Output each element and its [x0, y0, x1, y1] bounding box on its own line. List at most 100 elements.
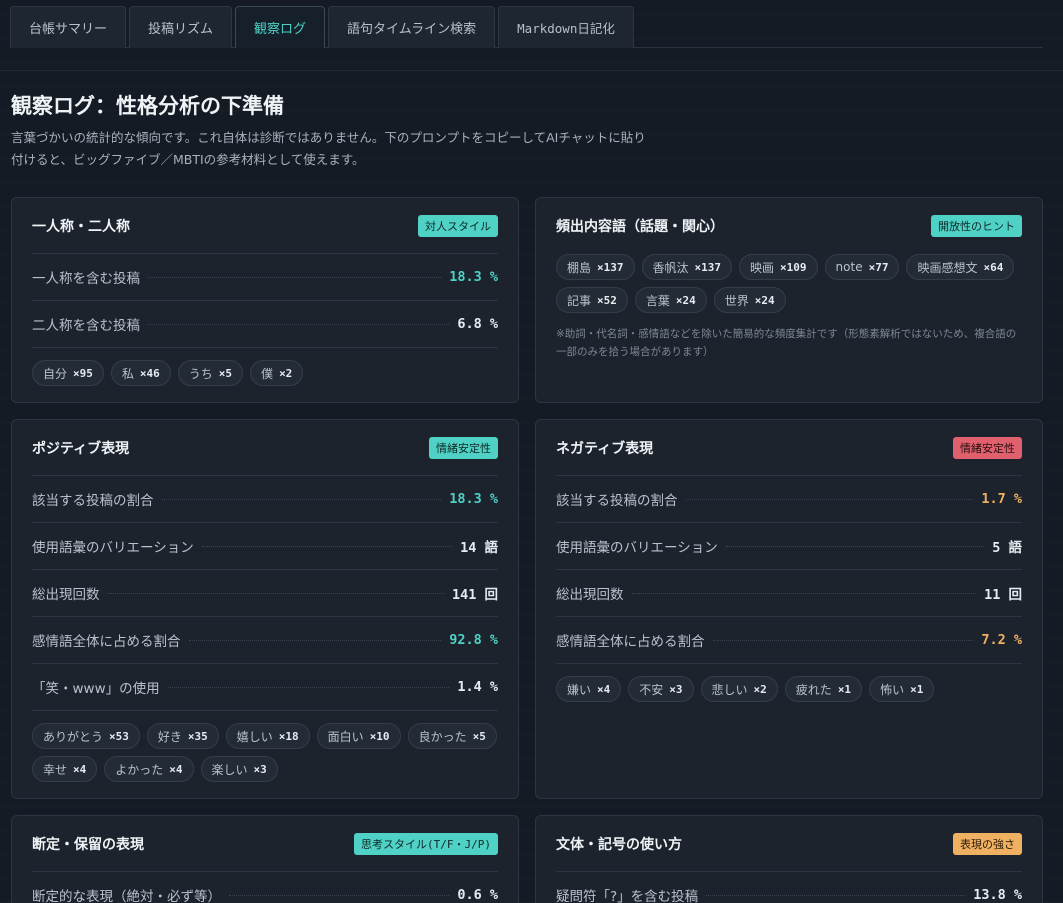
word-chip: 映画感想文 ×64: [906, 254, 1015, 280]
tab-observation-log[interactable]: 観察ログ: [235, 6, 326, 48]
stat-row: 一人称を含む投稿 18.3 %: [32, 254, 498, 301]
word-chip: 嫌い ×4: [556, 676, 622, 702]
word-chip: よかった ×4: [104, 756, 194, 782]
card-header: 一人称・二人称 対人スタイル: [32, 198, 498, 254]
category-badge: 表現の強さ: [953, 832, 1022, 855]
writing-style-card: 文体・記号の使い方 表現の強さ 疑問符「?」を含む投稿 13.8 %: [535, 815, 1043, 903]
stat-label: 疑問符「?」を含む投稿: [556, 889, 699, 903]
word-chip: 好き ×35: [146, 723, 219, 749]
tab-markdown-diary[interactable]: Markdown日記化: [498, 6, 634, 48]
page-description: 言葉づかいの統計的な傾向です。これ自体は診断ではありません。下のプロンプトをコピ…: [11, 130, 646, 167]
stat-value: 141 回: [451, 587, 498, 603]
negative-expression-card: ネガティブ表現 情緒安定性 該当する投稿の割合 1.7 % 使用語彙のバリエーシ…: [535, 419, 1043, 799]
stat-row: 該当する投稿の割合 1.7 %: [556, 476, 1022, 523]
assertion-card: 断定・保留の表現 思考スタイル(T/F・J/P) 断定的な表現（絶対・必ず等） …: [11, 815, 519, 903]
stat-value: 0.6 %: [457, 887, 498, 903]
word-chip: 怖い ×1: [869, 676, 935, 702]
content-words-card: 頻出内容語（話題・関心） 開放性のヒント 棚島 ×137 香帆汰 ×137 映画 ×1…: [535, 197, 1043, 403]
word-chip: 疲れた ×1: [784, 676, 863, 702]
stat-row: 感情語全体に占める割合 7.2 %: [556, 617, 1022, 664]
stat-value: 1.4 %: [457, 679, 498, 695]
stat-row: 疑問符「?」を含む投稿 13.8 %: [556, 872, 1022, 903]
card-header: 断定・保留の表現 思考スタイル(T/F・J/P): [32, 816, 498, 872]
stat-row: 二人称を含む投稿 6.8 %: [32, 301, 498, 348]
stat-value: 14 語: [460, 540, 498, 556]
footnote: ※助詞・代名詞・感情語などを除いた簡易的な頻度集計です（形態素解析ではないため、…: [556, 328, 1017, 358]
stat-row: 感情語全体に占める割合 92.8 %: [32, 617, 498, 664]
stat-label: 断定的な表現（絶対・必ず等）: [32, 889, 221, 903]
word-chip: 嬉しい ×18: [225, 723, 310, 749]
tab-bar: 台帳サマリー 投稿リズム 観察ログ 語句タイムライン検索 Markdown日記化: [10, 6, 1043, 48]
card-title: ネガティブ表現: [556, 440, 654, 457]
card-header: 頻出内容語（話題・関心） 開放性のヒント: [556, 198, 1022, 254]
stat-row: 使用語彙のバリエーション 14 語: [32, 523, 498, 570]
stat-label: 感情語全体に占める割合: [32, 634, 181, 650]
card-header: 文体・記号の使い方 表現の強さ: [556, 816, 1022, 872]
word-chip: 世界 ×24: [713, 287, 786, 313]
word-chip: 香帆汰 ×137: [641, 254, 733, 280]
stat-row: 断定的な表現（絶対・必ず等） 0.6 %: [32, 872, 498, 903]
word-chip: 楽しい ×3: [200, 756, 278, 782]
word-chip: 私 ×46: [110, 360, 171, 386]
word-chip-list: 棚島 ×137 香帆汰 ×137 映画 ×109 note ×77 映画感想文 ×64 記…: [556, 254, 1022, 313]
stat-label: 総出現回数: [32, 587, 100, 603]
stat-value: 18.3 %: [449, 269, 498, 285]
stat-label: 二人称を含む投稿: [32, 318, 140, 334]
word-chip-list: 嫌い ×4 不安 ×3 悲しい ×2 疲れた ×1 怖い ×1: [556, 664, 1022, 702]
word-chip: 良かった ×5: [407, 723, 497, 749]
word-chip: 記事 ×52: [556, 287, 628, 313]
card-title: 文体・記号の使い方: [556, 836, 682, 853]
word-chip: 幸せ ×4: [32, 756, 98, 782]
stat-label: 感情語全体に占める割合: [556, 634, 705, 650]
stat-label: 「笑・www」の使用: [32, 681, 160, 697]
stat-value: 13.8 %: [973, 887, 1022, 903]
word-chip: 自分 ×95: [32, 360, 104, 386]
stat-label: 一人称を含む投稿: [32, 271, 140, 287]
stat-row: 総出現回数 11 回: [556, 570, 1022, 617]
stat-row: 総出現回数 141 回: [32, 570, 498, 617]
stat-value: 5 語: [992, 540, 1022, 556]
card-title: ポジティブ表現: [32, 440, 130, 457]
stat-label: 該当する投稿の割合: [556, 493, 678, 509]
pronoun-card: 一人称・二人称 対人スタイル 一人称を含む投稿 18.3 % 二人称を含む投稿 …: [11, 197, 519, 403]
stat-label: 該当する投稿の割合: [32, 493, 154, 509]
stat-value: 1.7 %: [981, 491, 1022, 507]
stat-value: 92.8 %: [449, 632, 498, 648]
word-chip: 映画 ×109: [739, 254, 818, 280]
stat-value: 11 回: [984, 587, 1022, 603]
stat-label: 使用語彙のバリエーション: [556, 540, 718, 556]
stat-row: 該当する投稿の割合 18.3 %: [32, 476, 498, 523]
stat-label: 使用語彙のバリエーション: [32, 540, 194, 556]
card-title: 頻出内容語（話題・関心）: [556, 219, 724, 235]
word-chip: うち ×5: [177, 360, 244, 386]
positive-expression-card: ポジティブ表現 情緒安定性 該当する投稿の割合 18.3 % 使用語彙のバリエー…: [11, 419, 519, 799]
word-chip-list: 自分 ×95 私 ×46 うち ×5 僕 ×2: [32, 348, 498, 386]
card-header: ネガティブ表現 情緒安定性: [556, 420, 1022, 476]
word-chip: 僕 ×2: [250, 360, 304, 386]
stat-row: 使用語彙のバリエーション 5 語: [556, 523, 1022, 570]
word-chip: 棚島 ×137: [556, 254, 635, 280]
stat-value: 6.8 %: [457, 316, 498, 332]
stat-label: 総出現回数: [556, 587, 624, 603]
tab-ledger-summary[interactable]: 台帳サマリー: [10, 6, 127, 48]
tab-posting-rhythm[interactable]: 投稿リズム: [129, 6, 233, 48]
divider: [0, 70, 1063, 71]
word-chip: 面白い ×10: [316, 723, 401, 749]
category-badge: 情緒安定性: [429, 436, 498, 459]
word-chip-list: ありがとう ×53 好き ×35 嬉しい ×18 面白い ×10 良かった ×5 幸せ ×4…: [32, 711, 498, 782]
word-chip: 不安 ×3: [628, 676, 694, 702]
card-header: ポジティブ表現 情緒安定性: [32, 420, 498, 476]
word-chip: note ×77: [824, 254, 900, 280]
tab-phrase-timeline-search[interactable]: 語句タイムライン検索: [328, 6, 496, 48]
category-badge: 思考スタイル(T/F・J/P): [354, 832, 498, 855]
page-title: 観察ログ：性格分析の下準備: [11, 93, 284, 118]
word-chip: 悲しい ×2: [700, 676, 778, 702]
category-badge: 開放性のヒント: [931, 215, 1022, 237]
card-title: 一人称・二人称: [32, 218, 130, 235]
card-title: 断定・保留の表現: [32, 836, 144, 853]
stat-value: 18.3 %: [449, 491, 498, 507]
word-chip: 言葉 ×24: [634, 287, 707, 313]
word-chip: ありがとう ×53: [32, 723, 140, 749]
category-badge: 情緒安定性: [953, 436, 1022, 459]
category-badge: 対人スタイル: [418, 214, 498, 237]
